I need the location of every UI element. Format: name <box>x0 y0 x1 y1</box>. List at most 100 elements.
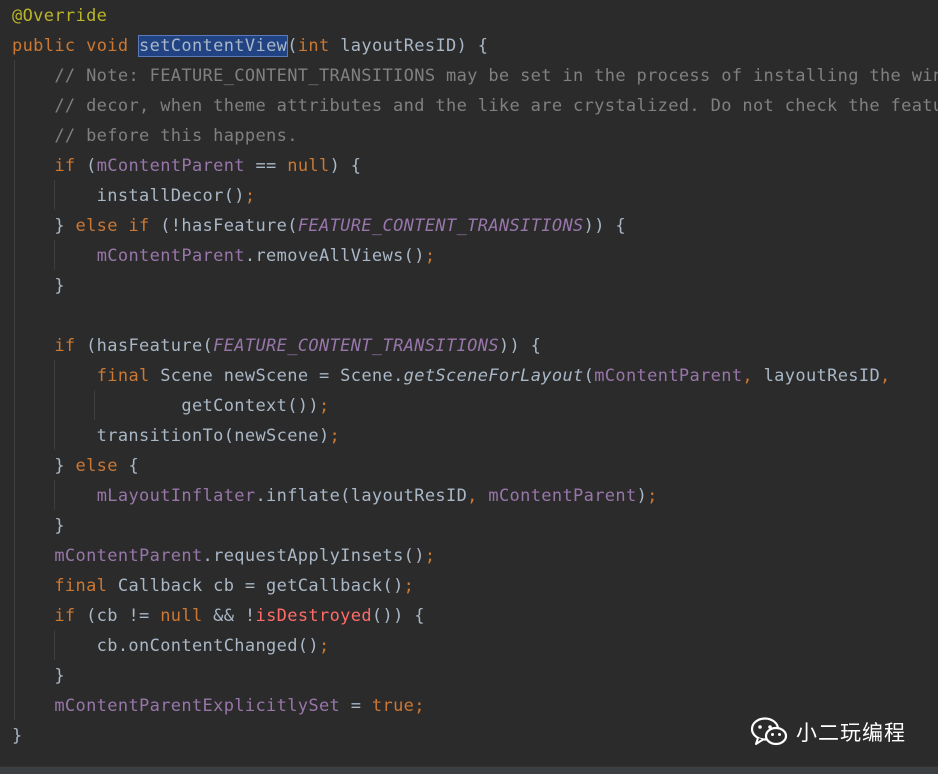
code-token: mContentParent <box>594 366 743 386</box>
code-token: getContext()) <box>12 396 319 416</box>
code-token: mContentParent <box>488 486 637 506</box>
code-line[interactable]: } <box>12 721 23 751</box>
code-token: FEATURE_CONTENT_TRANSITIONS <box>297 216 584 236</box>
code-token: else <box>75 456 118 476</box>
code-token: ( <box>583 366 595 386</box>
code-token: .inflate(layoutResID <box>255 486 468 506</box>
code-token: null <box>287 156 330 176</box>
code-token: final <box>96 366 150 386</box>
code-token: = <box>340 696 372 716</box>
code-line[interactable]: @Override <box>12 1 107 31</box>
code-token: .removeAllViews() <box>244 246 425 266</box>
code-line[interactable]: getContext()); <box>12 391 330 421</box>
code-token: mContentParent <box>96 246 245 266</box>
code-line[interactable]: } <box>12 511 65 541</box>
code-token: layoutResID <box>753 366 881 386</box>
code-token: } <box>12 666 65 686</box>
code-token: ; <box>424 246 436 266</box>
code-line[interactable]: mContentParentExplicitlySet = true; <box>12 691 425 721</box>
code-token: // Note: FEATURE_CONTENT_TRANSITIONS may… <box>54 66 938 86</box>
code-token: ; <box>318 396 330 416</box>
code-line[interactable]: if (hasFeature(FEATURE_CONTENT_TRANSITIO… <box>12 331 541 361</box>
code-token: Scene newScene = Scene. <box>149 366 404 386</box>
code-line[interactable]: // decor, when theme attributes and the … <box>12 91 938 121</box>
code-token: FEATURE_CONTENT_TRANSITIONS <box>213 336 499 356</box>
code-token: == <box>244 156 288 176</box>
code-token: && ! <box>202 606 256 626</box>
code-line[interactable]: if (cb != null && !isDestroyed()) { <box>12 601 425 631</box>
code-token: , <box>467 486 478 506</box>
wechat-icon <box>750 717 788 746</box>
code-token: ()) { <box>371 606 425 626</box>
code-token: ; <box>244 186 256 206</box>
code-line[interactable]: // before this happens. <box>12 121 298 151</box>
code-token: ; <box>414 696 425 716</box>
code-token: isDestroyed <box>255 606 372 626</box>
code-token: void <box>86 36 129 56</box>
selected-token: setContentView <box>138 35 289 57</box>
code-line[interactable]: mLayoutInflater.inflate(layoutResID, mCo… <box>12 481 658 511</box>
code-line[interactable]: } else { <box>12 451 139 481</box>
code-token: } <box>12 216 76 236</box>
code-token: mLayoutInflater <box>96 486 256 506</box>
code-line[interactable]: transitionTo(newScene); <box>12 421 340 451</box>
code-line[interactable]: if (mContentParent == null) { <box>12 151 361 181</box>
code-line[interactable]: mContentParent.removeAllViews(); <box>12 241 435 271</box>
code-token: { <box>117 456 140 476</box>
code-token: )) { <box>583 216 626 236</box>
code-token: if <box>54 336 76 356</box>
code-token: (cb != <box>75 606 161 626</box>
code-token: ) <box>636 486 648 506</box>
code-token: ; <box>424 546 436 566</box>
code-line[interactable]: public void setContentView(int layoutRes… <box>12 31 488 61</box>
code-token: // before this happens. <box>54 126 298 146</box>
code-token: } <box>12 456 76 476</box>
code-line[interactable]: } else if (!hasFeature(FEATURE_CONTENT_T… <box>12 211 626 241</box>
code-line[interactable]: } <box>12 271 65 301</box>
code-token: null <box>160 606 203 626</box>
code-token: public <box>12 36 76 56</box>
code-token: final <box>54 576 108 596</box>
code-line[interactable]: mContentParent.requestApplyInsets(); <box>12 541 435 571</box>
code-line[interactable]: cb.onContentChanged(); <box>12 631 330 661</box>
code-token: ; <box>329 426 341 446</box>
code-token: layoutResID) { <box>329 36 489 56</box>
code-token: @Override <box>12 6 108 26</box>
code-token: if <box>54 156 76 176</box>
code-token: , <box>880 366 891 386</box>
watermark: 小二玩编程 <box>750 713 906 751</box>
code-token: cb.onContentChanged() <box>12 636 319 656</box>
code-token: , <box>742 366 754 386</box>
code-editor[interactable]: @Override public void setContentView(int … <box>0 0 938 766</box>
code-line[interactable]: // Note: FEATURE_CONTENT_TRANSITIONS may… <box>12 61 938 91</box>
code-token: )) { <box>498 336 542 356</box>
code-token: ; <box>403 576 415 596</box>
code-token: mContentParentExplicitlySet <box>54 696 341 716</box>
code-token: ; <box>318 636 330 656</box>
code-token: getSceneForLayout <box>403 366 584 386</box>
code-token: mContentParent <box>96 156 245 176</box>
code-token: } <box>12 276 65 296</box>
code-token: .requestApplyInsets() <box>202 546 425 566</box>
code-line[interactable]: } <box>12 661 65 691</box>
code-token: transitionTo(newScene) <box>12 426 330 446</box>
code-line[interactable]: installDecor(); <box>12 181 255 211</box>
code-token: (!hasFeature( <box>149 216 298 236</box>
code-line[interactable]: final Scene newScene = Scene.getSceneFor… <box>12 361 891 391</box>
code-line[interactable]: final Callback cb = getCallback(); <box>12 571 414 601</box>
